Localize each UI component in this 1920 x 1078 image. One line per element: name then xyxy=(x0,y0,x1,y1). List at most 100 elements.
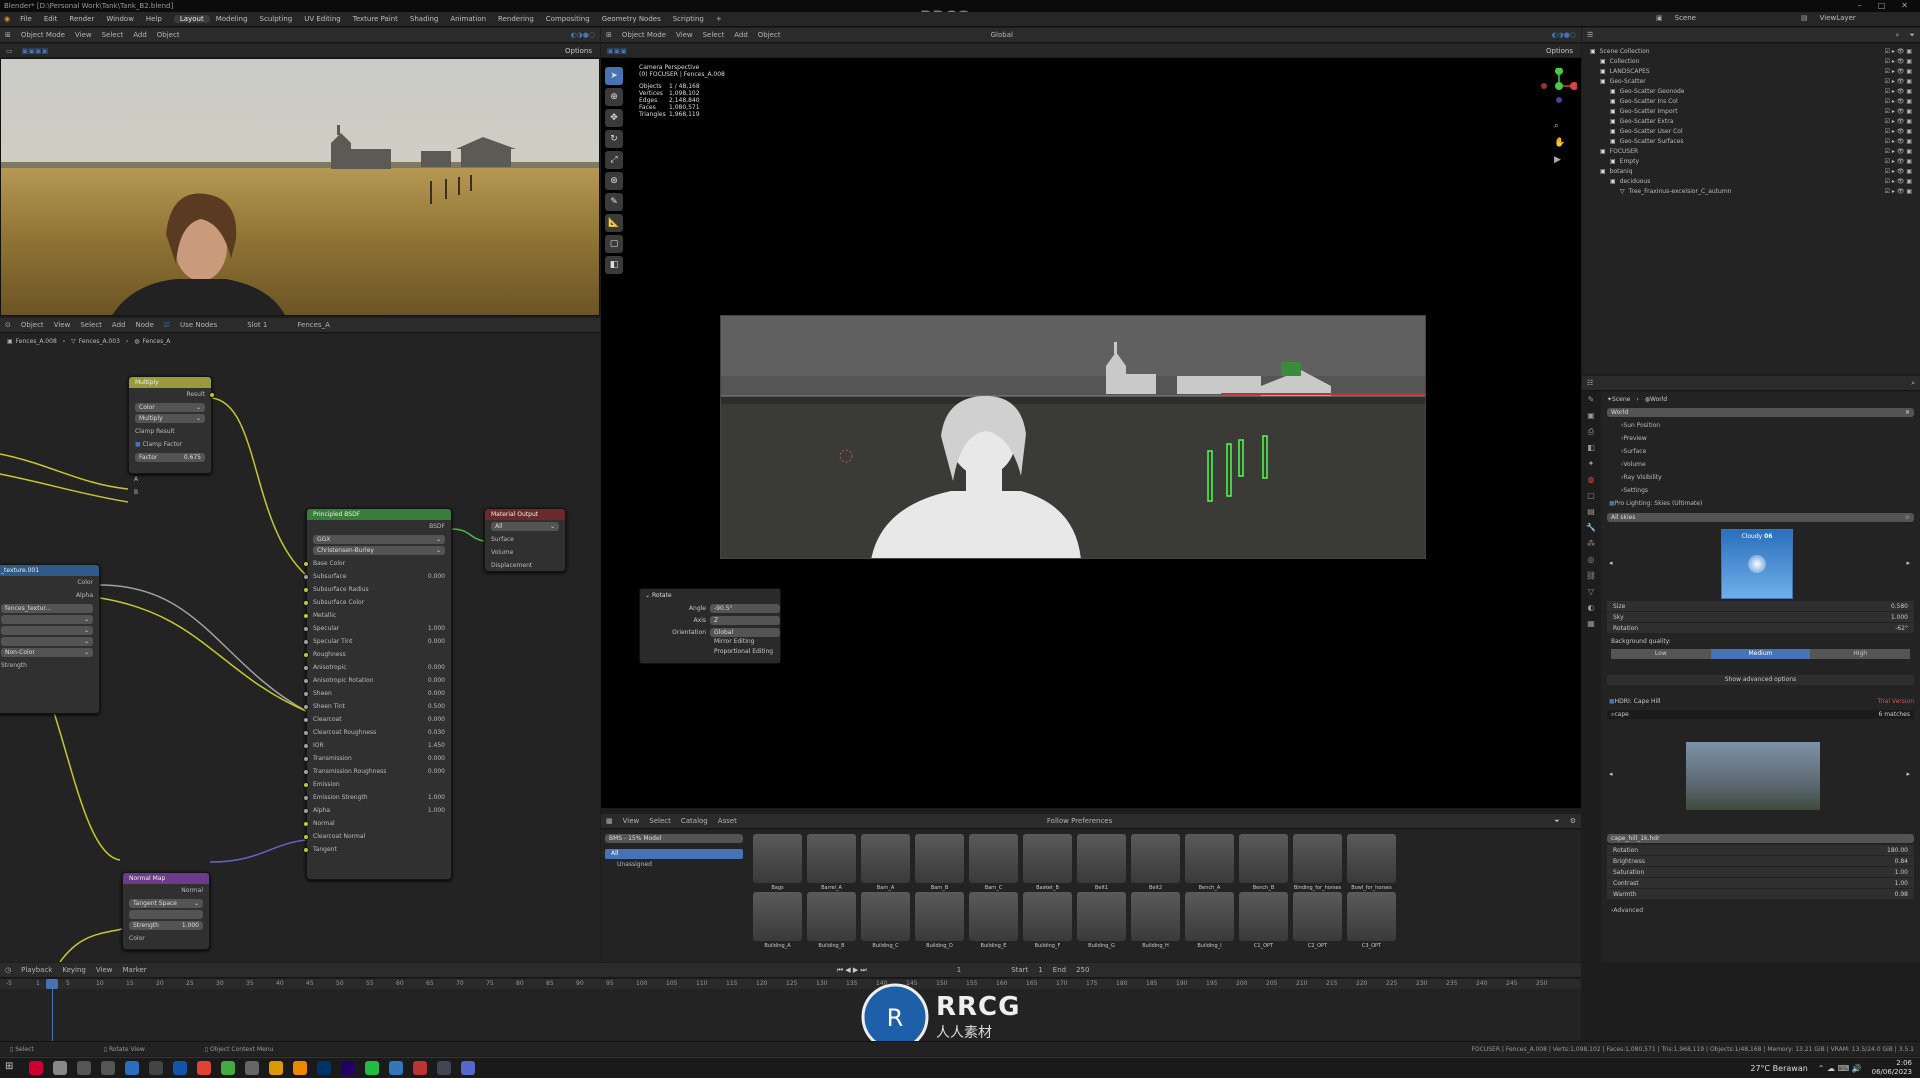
material-tab-icon[interactable]: ◐ xyxy=(1582,600,1600,616)
timeline-type-icon[interactable]: ◷ xyxy=(0,966,16,974)
use-nodes-checkbox-icon[interactable]: ☑ xyxy=(159,321,175,329)
select-mode-icons[interactable]: ▣▣▣ xyxy=(601,47,633,55)
asset-thumbnail[interactable] xyxy=(753,892,802,941)
minimize-icon[interactable]: – xyxy=(1858,1,1862,10)
constraints-tab-icon[interactable]: ⛓ xyxy=(1582,568,1600,584)
app-icon[interactable] xyxy=(413,1061,427,1075)
asset-thumbnail[interactable] xyxy=(915,834,964,883)
panel-section-header[interactable]: › Settings xyxy=(1601,484,1920,497)
import-method-dropdown[interactable]: Follow Preferences xyxy=(1042,817,1117,825)
main-vp-options[interactable]: Options xyxy=(1546,47,1581,55)
extension-dropdown[interactable]: ⌄ xyxy=(1,637,93,646)
camera-view-icon[interactable]: ▶ xyxy=(1554,152,1565,169)
main-menu-object[interactable]: Object xyxy=(753,31,786,39)
scale-tool-icon[interactable]: ⤢ xyxy=(605,151,623,169)
bsdf-input-row[interactable]: Tangent xyxy=(303,843,451,856)
bsdf-input-row[interactable]: Sheen 0.000 xyxy=(303,687,451,700)
bsdf-input-row[interactable]: Specular 1.000 xyxy=(303,622,451,635)
input-socket-icon[interactable] xyxy=(303,677,309,684)
menu-view[interactable]: View xyxy=(70,31,97,39)
tab-animation[interactable]: Animation xyxy=(444,15,492,23)
node-menu-add[interactable]: Add xyxy=(107,321,131,329)
asset-thumbnail[interactable] xyxy=(807,892,856,941)
material-selector[interactable]: Fences_A xyxy=(292,321,334,329)
particles-tab-icon[interactable]: ⁂ xyxy=(1582,536,1600,552)
windows-start-icon[interactable]: ⊞ xyxy=(5,1061,19,1075)
outliner-item[interactable]: ▣ Geo-Scatter Geonode ☑ ▸ 👁 ▣ xyxy=(1582,86,1920,96)
colorspace-dropdown[interactable]: Non-Color ⌄ xyxy=(1,648,93,657)
tray-icons[interactable]: ⌃ ☁ ⌨ 🔊 xyxy=(1818,1064,1872,1073)
asset-thumbnail[interactable] xyxy=(1077,834,1126,883)
projection-dropdown[interactable]: ⌄ xyxy=(1,626,93,635)
sky-category-dropdown[interactable]: All skies ☆ xyxy=(1607,513,1914,522)
asset-menu-catalog[interactable]: Catalog xyxy=(676,817,713,825)
filter-icon[interactable]: ⏷ xyxy=(1549,817,1565,826)
asset-menu-asset[interactable]: Asset xyxy=(713,817,742,825)
menu-playback[interactable]: Playback xyxy=(16,966,57,974)
bsdf-input-row[interactable]: Roughness xyxy=(303,648,451,661)
scene-tab-icon[interactable]: ✦ xyxy=(1582,456,1600,472)
hdri-thumbnail[interactable] xyxy=(1686,742,1820,810)
app-icon[interactable] xyxy=(245,1061,259,1075)
node-menu-select[interactable]: Select xyxy=(75,321,107,329)
add-cube-tool-icon[interactable]: ▢ xyxy=(605,235,623,253)
bsdf-input-row[interactable]: Alpha 1.000 xyxy=(303,804,451,817)
material-output-node[interactable]: Material Output All ⌄ Surface Volume Disp… xyxy=(484,508,566,572)
menu-help[interactable]: Help xyxy=(140,15,168,23)
asset-thumbnail[interactable] xyxy=(1293,834,1342,883)
outliner-filter-icon[interactable]: ⏷ xyxy=(1904,31,1920,40)
app-icon[interactable] xyxy=(101,1061,115,1075)
world-datablock-selector[interactable]: World ✕ xyxy=(1607,408,1914,417)
quality-low-button[interactable]: Low xyxy=(1611,649,1711,659)
visibility-toggles[interactable]: ☑ ▸ 👁 ▣ xyxy=(1885,48,1920,55)
asset-thumbnail[interactable] xyxy=(1185,834,1234,883)
asset-menu-select[interactable]: Select xyxy=(644,817,676,825)
bsdf-input-row[interactable]: Emission xyxy=(303,778,451,791)
outliner-item[interactable]: ▽ Tree_Fraxinus-excelsior_C_autumn ☑ ▸ 👁 ▣ xyxy=(1582,186,1920,196)
asset-thumbnail[interactable] xyxy=(861,892,910,941)
asset-thumbnail[interactable] xyxy=(1185,892,1234,941)
outliner-item[interactable]: ▣ FOCUSER ☑ ▸ 👁 ▣ xyxy=(1582,146,1920,156)
bsdf-input-row[interactable]: Base Color xyxy=(303,557,451,570)
factor-field[interactable]: Factor 0.675 xyxy=(135,453,205,462)
panel-section-header[interactable]: › Ray Visibility xyxy=(1601,471,1920,484)
clamp-result-checkbox[interactable]: Clamp Result xyxy=(129,425,211,438)
chrome-icon[interactable] xyxy=(221,1061,235,1075)
zoom-icon[interactable]: ⌕ xyxy=(1554,118,1565,135)
image-file-selector[interactable]: fences_textur... xyxy=(1,604,93,613)
outliner-item[interactable]: ▣ deciduous ☑ ▸ 👁 ▣ xyxy=(1582,176,1920,186)
input-socket-icon[interactable] xyxy=(303,833,309,840)
input-socket-icon[interactable] xyxy=(303,560,309,567)
multiply-type-dropdown[interactable]: Color ⌄ xyxy=(135,403,205,412)
photoshop-icon[interactable] xyxy=(317,1061,331,1075)
hdri-search-input[interactable]: ⌕ cape 6 matches xyxy=(1607,710,1914,719)
panel-section-header[interactable]: › Sun Position xyxy=(1601,419,1920,432)
input-socket-icon[interactable] xyxy=(303,625,309,632)
rotate-tool-icon[interactable]: ↻ xyxy=(605,130,623,148)
input-socket-icon[interactable] xyxy=(303,573,309,580)
bsdf-input-row[interactable]: Clearcoat Normal xyxy=(303,830,451,843)
main-3d-viewport[interactable]: ➤ ⊕ ✥ ↻ ⤢ ⊛ ✎ 📐 ▢ ◧ Camera Perspective (… xyxy=(601,58,1581,808)
playback-controls[interactable]: ⏮ ◀ ▶ ⏭ xyxy=(832,966,872,975)
blender-logo-icon[interactable]: ◉ xyxy=(0,15,14,23)
app-icon[interactable] xyxy=(77,1061,91,1075)
outliner-item[interactable]: ▣ Geo-Scatter User Col ☑ ▸ 👁 ▣ xyxy=(1582,126,1920,136)
tab-uv-editing[interactable]: UV Editing xyxy=(298,15,347,23)
maximize-icon[interactable]: □ xyxy=(1878,1,1886,10)
panel-section-header[interactable]: › Preview xyxy=(1601,432,1920,445)
bsdf-input-row[interactable]: Clearcoat Roughness 0.030 xyxy=(303,726,451,739)
menu-file[interactable]: File xyxy=(14,15,38,23)
input-socket-icon[interactable] xyxy=(303,651,309,658)
bsdf-input-row[interactable]: Subsurface Radius xyxy=(303,583,451,596)
outliner-item[interactable]: ▣ Empty ☑ ▸ 👁 ▣ xyxy=(1582,156,1920,166)
end-frame[interactable]: 250 xyxy=(1071,966,1094,974)
visibility-toggles[interactable]: ☑ ▸ 👁 ▣ xyxy=(1885,88,1920,95)
output-tab-icon[interactable]: ⎙ xyxy=(1582,424,1600,440)
tab-scripting[interactable]: Scripting xyxy=(667,15,710,23)
input-socket-icon[interactable] xyxy=(303,742,309,749)
tab-geometry-nodes[interactable]: Geometry Nodes xyxy=(596,15,667,23)
next-arrow-icon[interactable]: ▸ xyxy=(1906,559,1910,567)
data-tab-icon[interactable]: ▽ xyxy=(1582,584,1600,600)
outliner-type-icon[interactable]: ☰ xyxy=(1582,31,1598,39)
timeline-area[interactable]: -5 1 5 10 15 20 25 30 35 40 45 50 55 60 65 70 75 80 85 90 95… xyxy=(0,979,1581,1041)
